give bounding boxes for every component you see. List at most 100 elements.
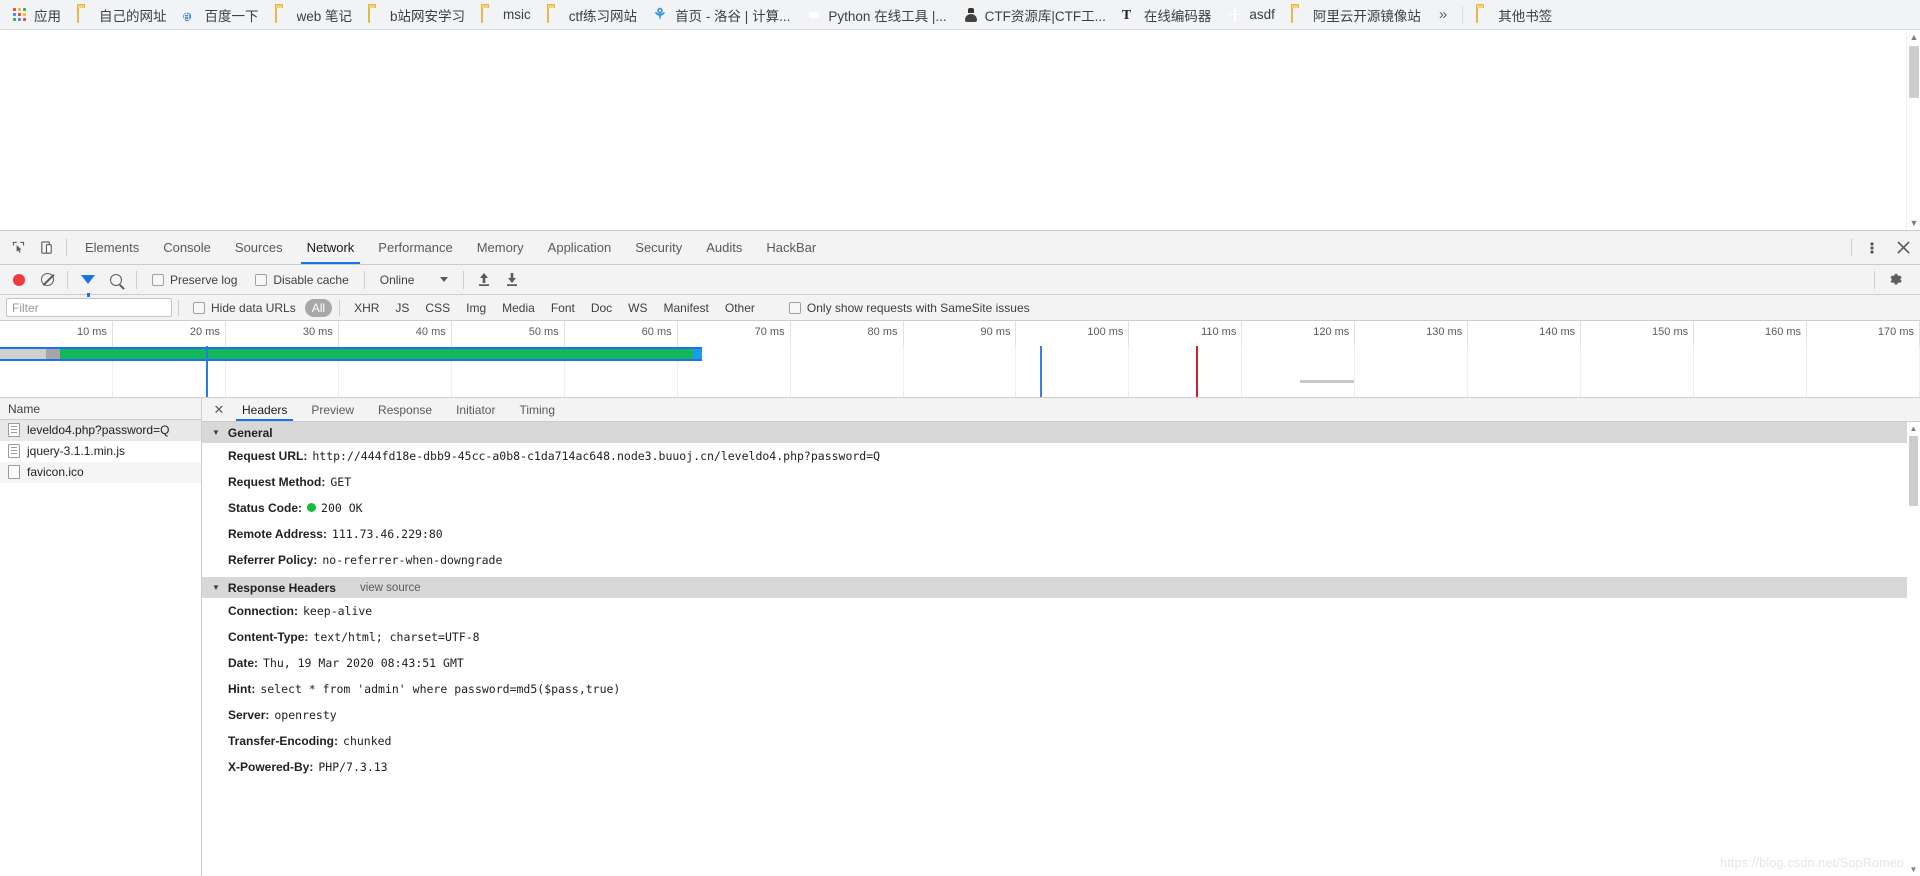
- tab-security[interactable]: Security: [623, 231, 694, 264]
- page-scrollbar[interactable]: ▲ ▼: [1906, 30, 1920, 230]
- timeline-gridline: [1581, 346, 1695, 397]
- more-options-icon[interactable]: [1858, 231, 1886, 264]
- type-filter-media[interactable]: Media: [495, 299, 542, 317]
- type-filter-img[interactable]: Img: [459, 299, 493, 317]
- toolbar-divider: [66, 239, 67, 256]
- preserve-log-checkbox[interactable]: Preserve log: [144, 273, 245, 287]
- checkbox-box[interactable]: [788, 301, 801, 314]
- bookmark-label: asdf: [1249, 7, 1275, 22]
- type-filter-doc[interactable]: Doc: [584, 299, 619, 317]
- scroll-up-arrow[interactable]: ▲: [1907, 422, 1920, 435]
- timeline-tick: 170 ms: [1807, 321, 1920, 346]
- request-row-2[interactable]: favicon.ico: [0, 462, 201, 483]
- bookmarks-overflow-button[interactable]: »: [1429, 4, 1457, 25]
- scroll-down-arrow[interactable]: ▼: [1907, 216, 1920, 230]
- header-value: no-referrer-when-downgrade: [322, 553, 503, 567]
- requests-column-header[interactable]: Name: [0, 398, 201, 420]
- bookmark-item-1[interactable]: 百 百度一下: [175, 2, 267, 28]
- throttling-value: Online: [379, 272, 415, 287]
- network-overview[interactable]: 10 ms 20 ms 30 ms 40 ms 50 ms 60 ms 70 ms 80 ms…: [0, 321, 1920, 398]
- scroll-up-arrow[interactable]: ▲: [1907, 30, 1920, 44]
- bookmark-item-5[interactable]: ctf练习网站: [539, 2, 645, 28]
- response-header-transfer-encoding: Transfer-Encoding: chunked: [202, 728, 1920, 754]
- folder-icon: [1290, 5, 1307, 23]
- timeline-gridline: [904, 346, 1017, 397]
- search-icon[interactable]: [103, 268, 129, 292]
- type-filter-other[interactable]: Other: [718, 299, 762, 317]
- bookmark-item-3[interactable]: b站网安学习: [360, 2, 473, 28]
- tab-application[interactable]: Application: [536, 231, 624, 264]
- view-source-link[interactable]: view source: [360, 582, 421, 594]
- filter-input[interactable]: [6, 298, 172, 317]
- bookmark-apps[interactable]: 应用: [4, 2, 69, 28]
- type-filter-js[interactable]: JS: [388, 299, 416, 317]
- checkbox-box[interactable]: [193, 301, 205, 314]
- bookmark-label: 百度一下: [204, 8, 259, 24]
- response-headers-title: Response Headers: [227, 580, 336, 595]
- tab-memory[interactable]: Memory: [465, 231, 536, 264]
- record-button[interactable]: [6, 268, 32, 292]
- bookmark-item-11[interactable]: 阿里云开源镜像站: [1283, 2, 1429, 28]
- bookmark-item-9[interactable]: T 在线编码器: [1114, 2, 1220, 28]
- inspect-element-icon[interactable]: [4, 231, 32, 264]
- type-filter-manifest[interactable]: Manifest: [657, 299, 716, 317]
- close-detail-icon[interactable]: ✕: [208, 398, 230, 421]
- luogu-icon: ⚘: [653, 6, 667, 23]
- disable-cache-checkbox[interactable]: Disable cache: [247, 273, 356, 287]
- tab-network[interactable]: Network: [295, 231, 367, 264]
- python-icon: [806, 7, 822, 23]
- bookmark-item-8[interactable]: CTF资源库|CTF工...: [955, 2, 1114, 28]
- header-name: Server:: [228, 708, 270, 722]
- tab-hackbar[interactable]: HackBar: [754, 231, 828, 264]
- response-header-x-powered-by: X-Powered-By: PHP/7.3.13: [202, 754, 1920, 780]
- general-section-header[interactable]: ▼ General: [202, 422, 1920, 443]
- other-bookmarks-button[interactable]: 其他书签: [1468, 2, 1560, 28]
- bookmark-item-2[interactable]: web 笔记: [267, 2, 361, 28]
- bookmark-divider: [1462, 5, 1464, 24]
- bookmark-item-0[interactable]: 自己的网址: [69, 2, 175, 28]
- bookmark-item-7[interactable]: Python 在线工具 |...: [798, 2, 954, 28]
- detail-tab-timing[interactable]: Timing: [507, 398, 567, 421]
- toolbar-divider: [463, 270, 465, 289]
- folder-icon: [77, 5, 93, 23]
- detail-tab-preview[interactable]: Preview: [299, 398, 366, 421]
- detail-tab-initiator[interactable]: Initiator: [444, 398, 507, 421]
- timeline-tick: 150 ms: [1581, 321, 1695, 346]
- type-filter-font[interactable]: Font: [544, 299, 582, 317]
- scroll-thumb[interactable]: [1909, 46, 1919, 98]
- detail-tab-response[interactable]: Response: [366, 398, 444, 421]
- request-name: jquery-3.1.1.min.js: [27, 444, 126, 458]
- import-har-icon[interactable]: [471, 268, 497, 292]
- checkbox-box[interactable]: [255, 273, 268, 286]
- type-filter-ws[interactable]: WS: [621, 299, 654, 317]
- response-headers-section-header[interactable]: ▼ Response Headers view source: [202, 577, 1920, 598]
- bookmark-item-4[interactable]: msic: [473, 4, 539, 26]
- settings-gear-icon[interactable]: [1882, 268, 1908, 292]
- bookmark-item-10[interactable]: asdf: [1219, 4, 1283, 26]
- tab-sources[interactable]: Sources: [223, 231, 295, 264]
- request-row-0[interactable]: leveldo4.php?password=Q: [0, 420, 201, 441]
- tab-performance[interactable]: Performance: [366, 231, 464, 264]
- detail-scrollbar[interactable]: ▲ ▼: [1907, 422, 1920, 876]
- detail-tab-headers[interactable]: Headers: [230, 398, 299, 421]
- type-filter-xhr[interactable]: XHR: [347, 299, 386, 317]
- throttling-select[interactable]: Online: [372, 273, 457, 287]
- hide-data-urls-checkbox[interactable]: Hide data URLs: [185, 301, 304, 315]
- filter-icon[interactable]: [75, 268, 101, 297]
- tab-elements[interactable]: Elements: [73, 231, 151, 264]
- scroll-thumb[interactable]: [1909, 436, 1918, 506]
- clear-icon[interactable]: [34, 268, 60, 292]
- tab-audits[interactable]: Audits: [694, 231, 754, 264]
- samesite-issues-checkbox[interactable]: Only show requests with SameSite issues: [781, 301, 1038, 315]
- type-filter-all[interactable]: All: [304, 298, 333, 317]
- bookmark-item-6[interactable]: ⚘ 首页 - 洛谷 | 计算...: [645, 2, 798, 28]
- device-toolbar-icon[interactable]: [32, 231, 60, 264]
- close-icon[interactable]: [1886, 231, 1920, 264]
- scroll-down-arrow[interactable]: ▼: [1907, 863, 1920, 876]
- export-har-icon[interactable]: [499, 268, 525, 292]
- checkbox-box[interactable]: [152, 273, 164, 286]
- request-row-1[interactable]: jquery-3.1.1.min.js: [0, 441, 201, 462]
- tab-console[interactable]: Console: [151, 231, 223, 264]
- samesite-issues-label: Only show requests with SameSite issues: [806, 300, 1030, 315]
- type-filter-css[interactable]: CSS: [418, 299, 457, 317]
